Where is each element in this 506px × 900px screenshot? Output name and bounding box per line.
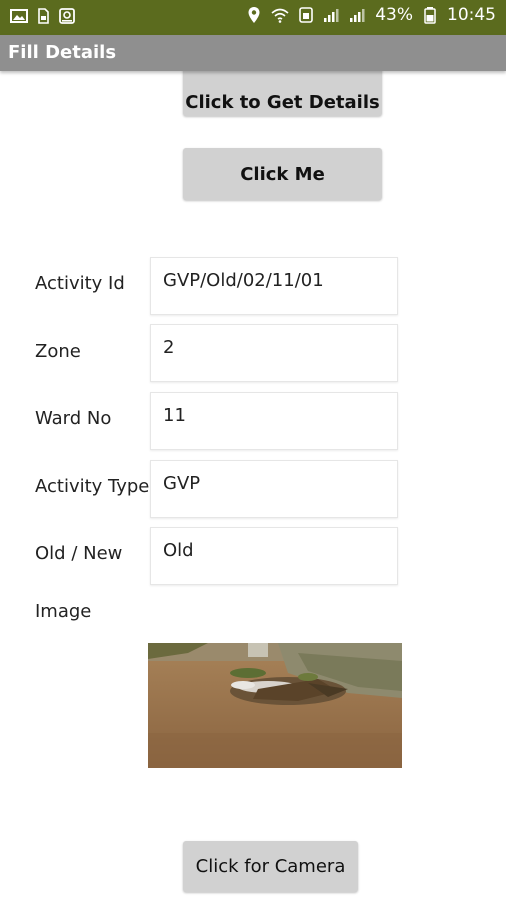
- battery-percent: 43%: [375, 5, 413, 25]
- location-icon: [245, 6, 263, 24]
- screenshot-icon: [58, 7, 76, 25]
- status-bar: 43% 10:45: [0, 0, 506, 35]
- activity-type-field[interactable]: GVP: [150, 460, 398, 518]
- image-label: Image: [35, 601, 92, 622]
- camera-button[interactable]: Click for Camera: [183, 841, 358, 892]
- signal-icon: [349, 6, 367, 24]
- image-icon: [10, 7, 28, 25]
- zone-label: Zone: [35, 341, 81, 362]
- activity-id-field[interactable]: GVP/Old/02/11/01: [150, 257, 398, 315]
- old-new-value: Old: [163, 540, 194, 561]
- app-bar: Fill Details: [0, 35, 506, 71]
- activity-type-label: Activity Type: [35, 476, 150, 497]
- data-icon: [297, 6, 315, 24]
- activity-id-label: Activity Id: [35, 273, 125, 294]
- battery-icon: [421, 6, 439, 24]
- signal-icon: [323, 6, 341, 24]
- ward-no-value: 11: [163, 405, 186, 426]
- wifi-icon: [271, 6, 289, 24]
- zone-field[interactable]: 2: [150, 324, 398, 382]
- activity-id-value: GVP/Old/02/11/01: [163, 270, 324, 291]
- ward-no-field[interactable]: 11: [150, 392, 398, 450]
- status-right-icons: 43% 10:45: [245, 5, 496, 25]
- sim-icon: [34, 7, 52, 25]
- clock: 10:45: [447, 5, 496, 25]
- status-left-icons: [10, 7, 76, 25]
- captured-photo: [148, 643, 402, 768]
- ward-no-label: Ward No: [35, 408, 112, 429]
- activity-type-value: GVP: [163, 473, 201, 494]
- app-title: Fill Details: [8, 42, 117, 63]
- zone-value: 2: [163, 337, 175, 358]
- old-new-field[interactable]: Old: [150, 527, 398, 585]
- old-new-label: Old / New: [35, 543, 123, 564]
- click-me-button[interactable]: Click Me: [183, 148, 382, 200]
